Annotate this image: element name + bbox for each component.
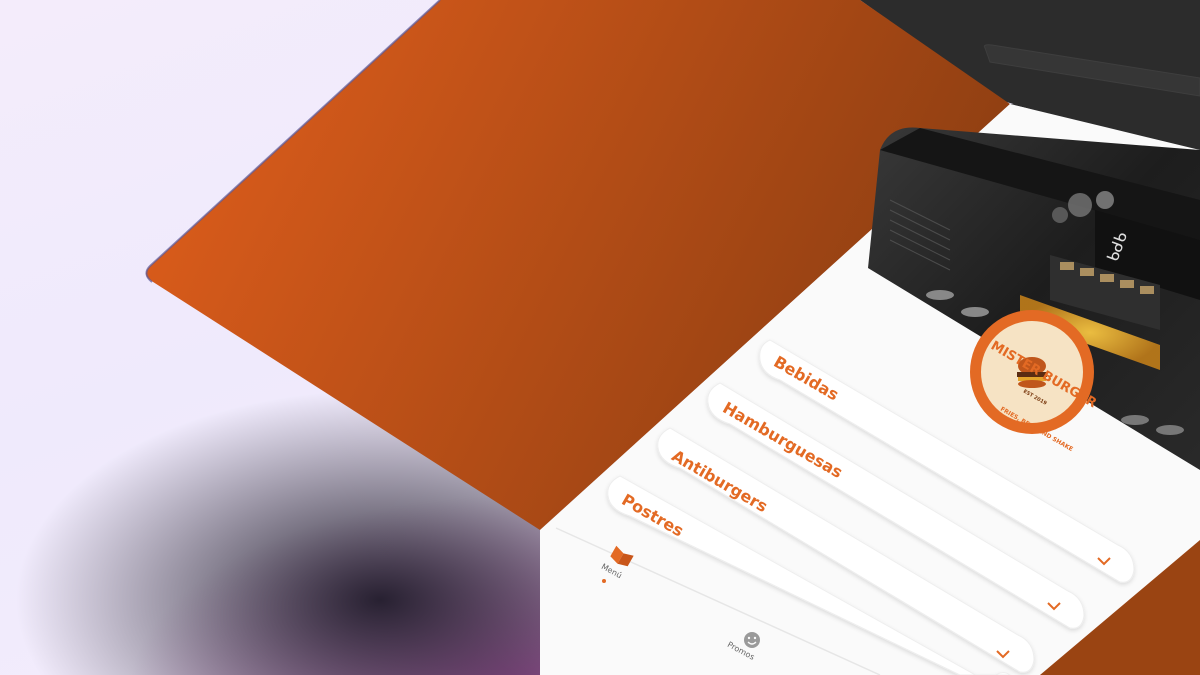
active-indicator-dot <box>602 579 606 583</box>
tablet-device: ᑲᑯᑲ MISTER BURGER EST 2019 FRIES, BEER A… <box>145 0 1200 675</box>
smile-icon[interactable] <box>744 632 760 648</box>
screenshot-stage: ᑲᑯᑲ MISTER BURGER EST 2019 FRIES, BEER A… <box>0 0 1200 675</box>
